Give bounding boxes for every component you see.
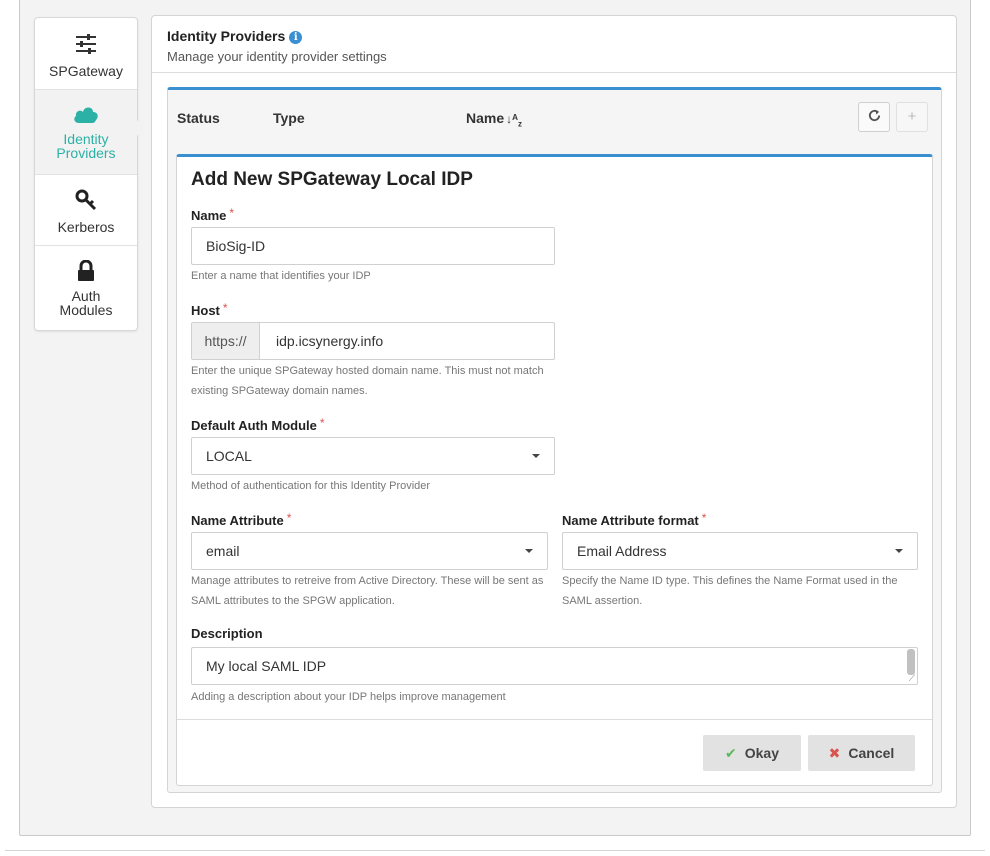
- required-marker: *: [319, 416, 325, 430]
- name-attribute-select[interactable]: email: [191, 532, 548, 570]
- name-attribute-label: Name Attribute *: [191, 511, 292, 528]
- auth-module-label: Default Auth Module *: [191, 416, 325, 433]
- host-label: Host *: [191, 301, 228, 318]
- sidebar-item-auth-modules[interactable]: Auth Modules: [35, 246, 137, 330]
- close-icon: ✖: [828, 745, 841, 761]
- required-marker: *: [222, 301, 228, 315]
- cancel-button-label: Cancel: [848, 745, 895, 761]
- auth-module-select[interactable]: LOCAL: [191, 437, 555, 475]
- sliders-icon: [76, 34, 96, 54]
- checkmark-icon: ✔: [725, 745, 737, 761]
- info-icon[interactable]: i: [289, 31, 303, 44]
- refresh-icon: [868, 109, 880, 122]
- name-help: Enter a name that identifies your IDP: [191, 270, 371, 282]
- okay-button-label: Okay: [744, 745, 779, 761]
- chevron-down-icon: [525, 549, 533, 553]
- sidebar: SPGateway Identity Providers Kerberos Au…: [34, 17, 145, 331]
- description-textarea[interactable]: My local SAML IDP ⟋: [191, 647, 918, 685]
- key-icon: [75, 189, 97, 211]
- bottom-divider: [5, 850, 985, 851]
- column-header-type[interactable]: Type: [273, 110, 305, 126]
- lock-icon: [78, 260, 94, 281]
- auth-module-value: LOCAL: [206, 448, 252, 464]
- auth-module-help: Method of authentication for this Identi…: [191, 480, 431, 492]
- required-marker: *: [286, 511, 292, 525]
- add-button[interactable]: +: [896, 102, 928, 132]
- name-attribute-format-help: Specify the Name ID type. This defines t…: [562, 575, 898, 607]
- form-footer-divider: [177, 719, 932, 720]
- idp-grid: Status Type Name ↓ᴬz + Add New SPGateway …: [167, 87, 942, 793]
- sidebar-item-kerberos[interactable]: Kerberos: [35, 175, 137, 246]
- sidebar-item-label: SPGateway: [49, 63, 123, 79]
- host-input-group: https:// idp.icsynergy.info: [191, 322, 555, 360]
- description-help: Adding a description about your IDP help…: [191, 691, 506, 703]
- host-help: Enter the unique SPGateway hosted domain…: [191, 365, 544, 397]
- chevron-down-icon: [895, 549, 903, 553]
- page-subtitle: Manage your identity provider settings: [167, 49, 387, 64]
- page-title: Identity Providers: [167, 28, 286, 44]
- name-attribute-format-value: Email Address: [577, 543, 667, 559]
- form-title: Add New SPGateway Local IDP: [191, 169, 473, 190]
- sort-ascending-icon[interactable]: ↓ᴬz: [506, 112, 522, 128]
- header-divider: [152, 72, 956, 73]
- sidebar-item-label: Kerberos: [57, 219, 115, 235]
- name-input[interactable]: BioSig-ID: [191, 227, 555, 265]
- refresh-button[interactable]: [858, 102, 890, 132]
- host-prefix: https://: [192, 323, 260, 359]
- sidebar-item-identity-providers[interactable]: Identity Providers: [35, 90, 145, 175]
- panel-header: Identity Providers i Manage your identity…: [167, 28, 387, 64]
- name-attribute-format-select[interactable]: Email Address: [562, 532, 918, 570]
- add-idp-form: Add New SPGateway Local IDP Name * BioSig…: [176, 154, 933, 786]
- sidebar-item-label: Auth Modules: [59, 288, 113, 318]
- column-header-name[interactable]: Name ↓ᴬz: [466, 110, 522, 128]
- main-panel: Identity Providers i Manage your identity…: [151, 15, 957, 808]
- description-label: Description: [191, 626, 263, 641]
- host-input[interactable]: idp.icsynergy.info: [276, 323, 554, 359]
- required-marker: *: [701, 511, 707, 525]
- okay-button[interactable]: ✔ Okay: [703, 735, 801, 771]
- sidebar-item-label: Identity Providers: [56, 131, 116, 161]
- name-label: Name *: [191, 206, 235, 223]
- column-header-status[interactable]: Status: [177, 110, 220, 126]
- textarea-scrollbar[interactable]: [907, 649, 915, 675]
- chevron-down-icon: [532, 454, 540, 458]
- cloud-icon: [74, 107, 98, 123]
- resize-handle-icon[interactable]: ⟋: [909, 674, 915, 683]
- description-value: My local SAML IDP: [206, 658, 327, 674]
- cancel-button[interactable]: ✖ Cancel: [808, 735, 915, 771]
- plus-icon: +: [907, 108, 917, 125]
- name-attribute-value: email: [206, 543, 240, 559]
- required-marker: *: [229, 206, 235, 220]
- column-header-name-label: Name: [466, 110, 505, 126]
- sidebar-item-spgateway[interactable]: SPGateway: [35, 18, 137, 90]
- name-attribute-help: Manage attributes to retreive from Activ…: [191, 575, 544, 607]
- name-attribute-format-label: Name Attribute format *: [562, 511, 707, 528]
